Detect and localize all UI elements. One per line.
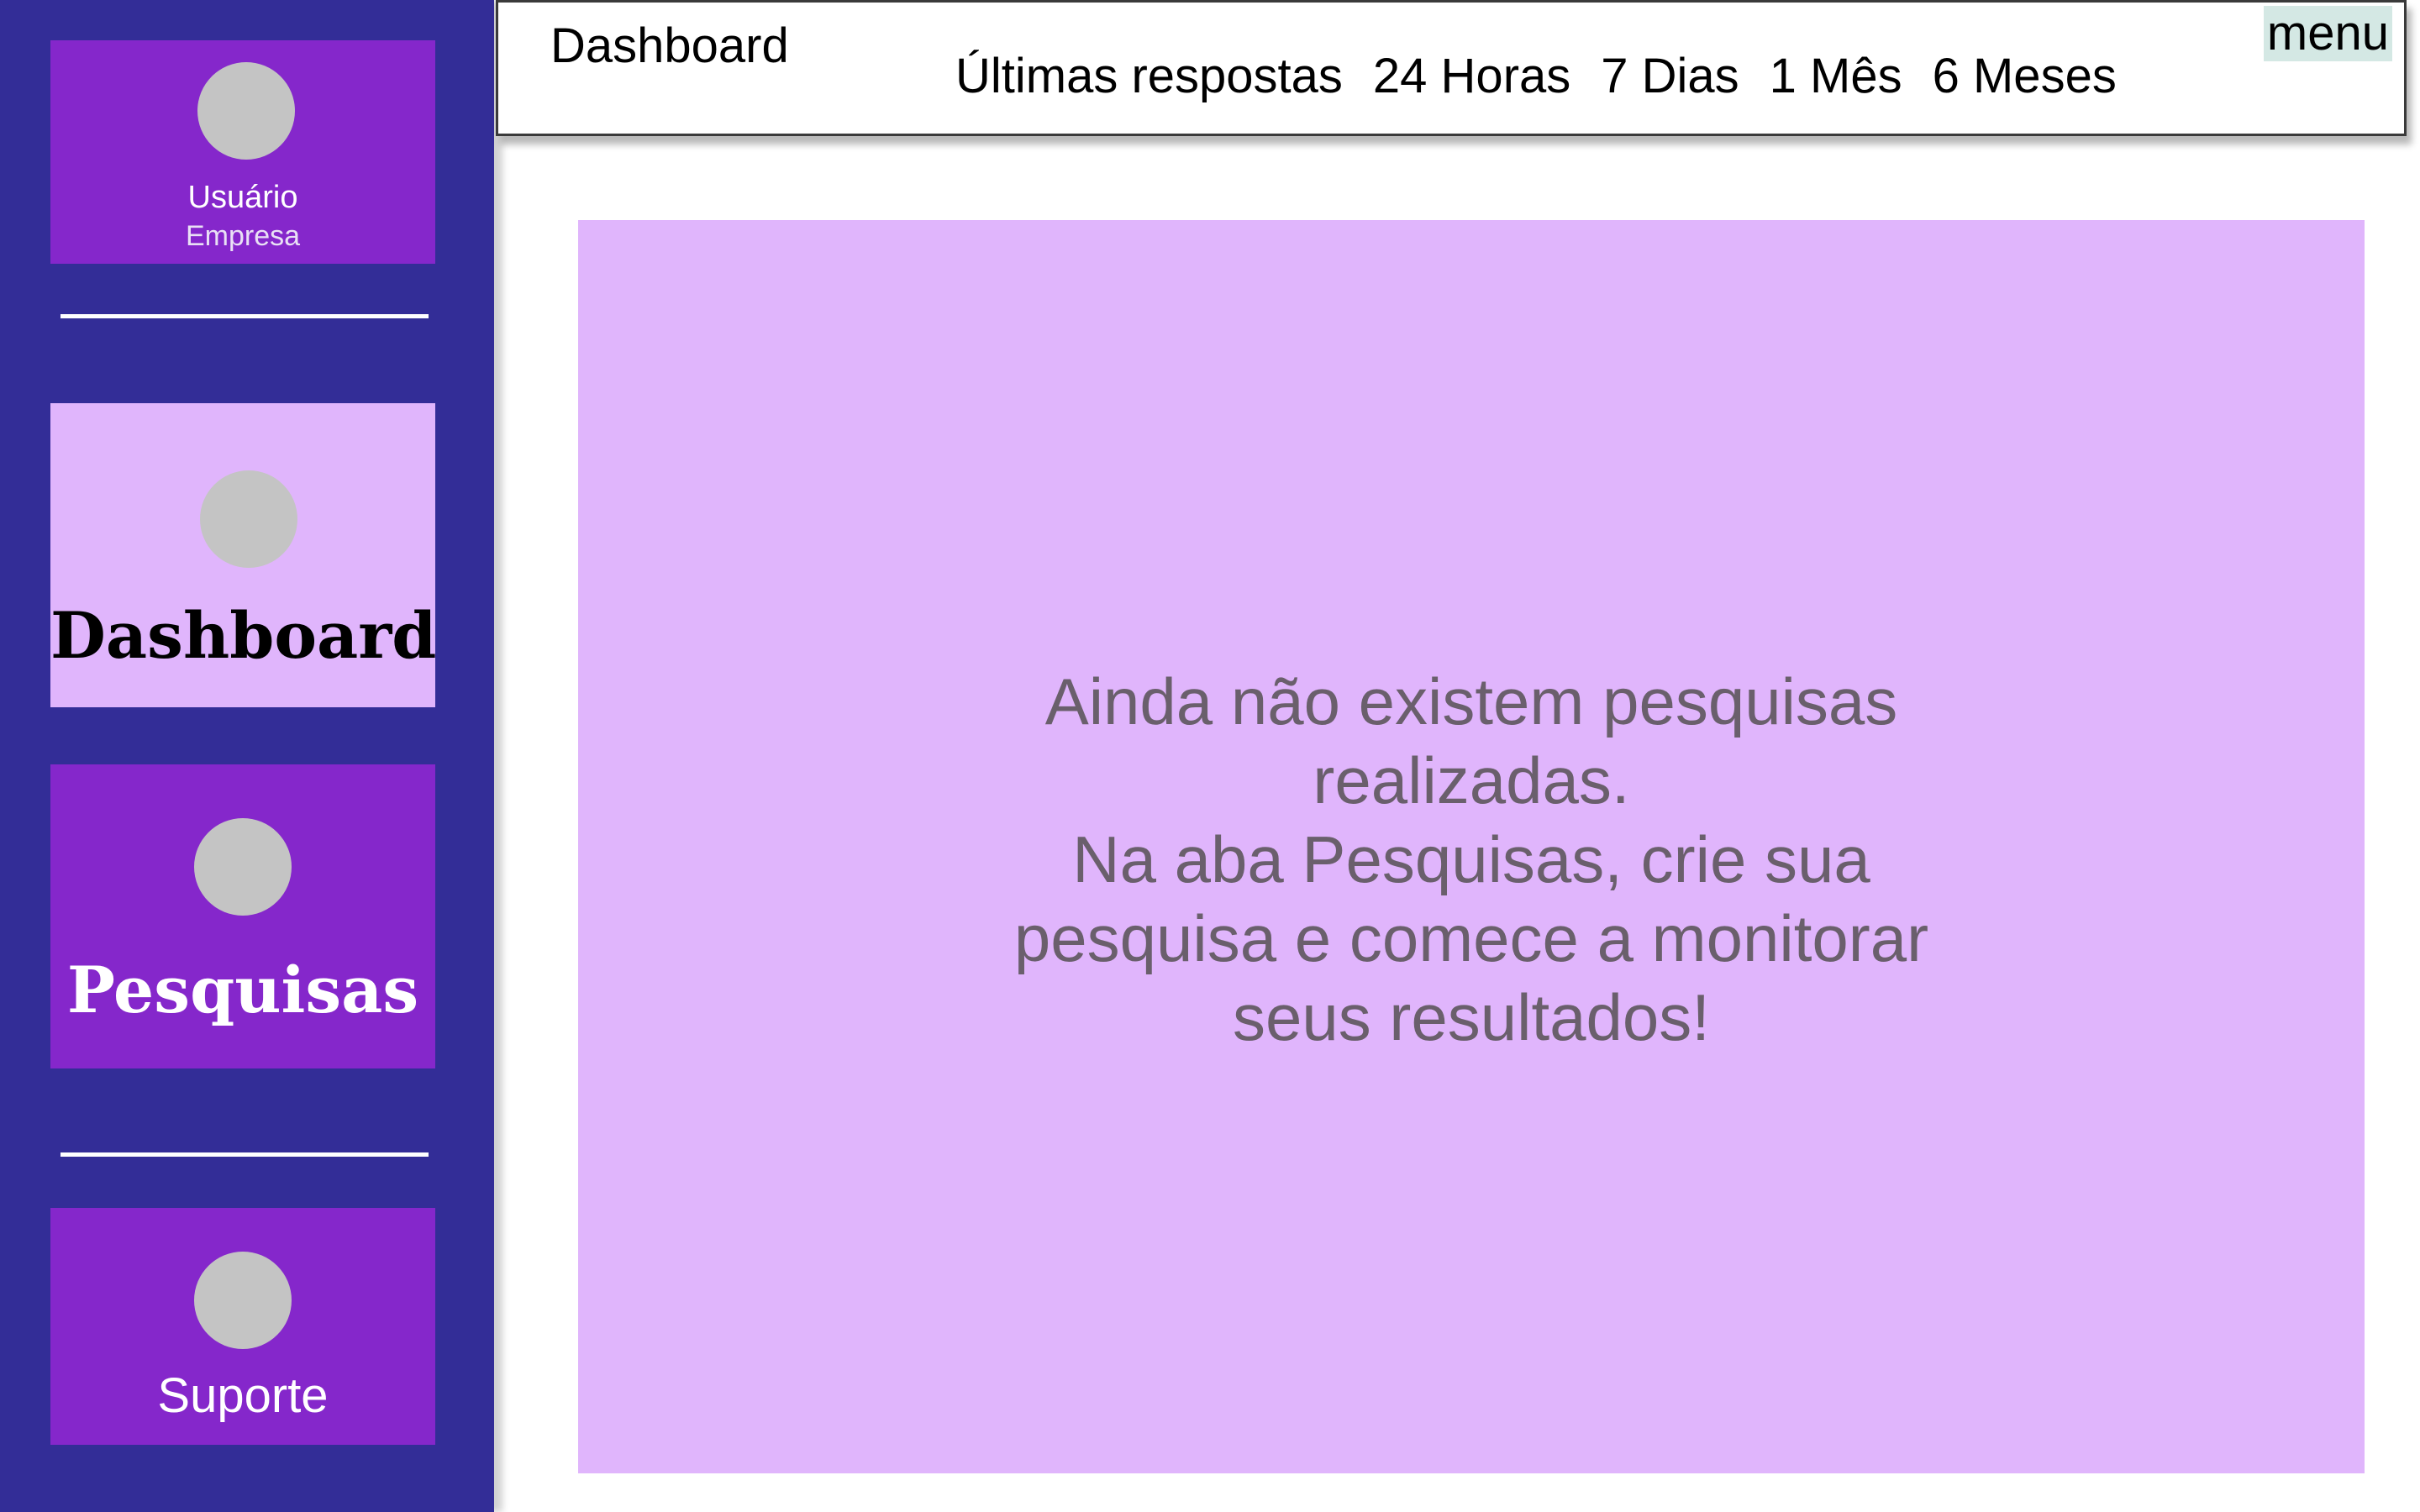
filter-6-meses[interactable]: 6 Meses [1933,48,2117,104]
sidebar-item-label: Suporte [157,1368,329,1423]
user-profile-card[interactable]: Usuário Empresa [50,40,435,264]
avatar-placeholder-icon [197,62,295,160]
empty-state-line: realizadas. [1313,743,1630,817]
user-name: Usuário [187,180,298,215]
sidebar-item-dashboard[interactable]: Dashboard [50,403,437,707]
sidebar-divider [60,1152,429,1157]
filter-1-mes[interactable]: 1 Mês [1770,48,1902,104]
sidebar: Usuário Empresa Dashboard Pesquisas Supo… [0,0,494,1512]
time-filter-bar: Últimas respostas 24 Horas 7 Dias 1 Mês … [955,48,2147,104]
sidebar-item-pesquisas[interactable]: Pesquisas [50,764,435,1068]
filter-7-dias[interactable]: 7 Dias [1601,48,1739,104]
filter-24-horas[interactable]: 24 Horas [1373,48,1570,104]
filter-ultimas-respostas: Últimas respostas [955,49,1343,103]
empty-state-message: Ainda não existem pesquisas realizadas. … [578,662,2365,1057]
sidebar-item-label: Dashboard [50,598,437,673]
empty-state-line: seus resultados! [1233,980,1710,1054]
empty-state-line: Na aba Pesquisas, crie sua [1072,822,1870,896]
menu-button[interactable]: menu [2263,6,2392,61]
top-header: Dashboard Últimas respostas 24 Horas 7 D… [496,0,2407,136]
sidebar-item-label: Pesquisas [66,953,419,1027]
sidebar-divider [60,314,429,318]
empty-state-line: pesquisa e comece a monitorar [1013,901,1929,975]
user-company: Empresa [185,220,301,252]
suporte-icon [194,1252,292,1349]
sidebar-item-suporte[interactable]: Suporte [50,1208,435,1445]
main-content-panel: Ainda não existem pesquisas realizadas. … [578,220,2365,1473]
empty-state-line: Ainda não existem pesquisas [1044,664,1898,738]
page-title: Dashboard [550,18,789,73]
pesquisas-icon [194,818,292,916]
dashboard-icon [200,470,297,568]
